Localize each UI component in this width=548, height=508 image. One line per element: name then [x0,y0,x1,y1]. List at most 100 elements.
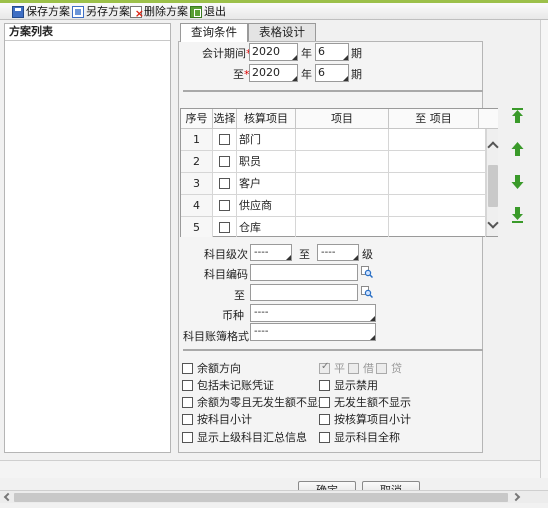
period-to-label: 至* [233,66,250,82]
from-year-input[interactable]: 2020 [249,43,298,61]
horizontal-scroll-thumb[interactable] [14,493,508,502]
exit-button[interactable]: 退出 [190,3,226,20]
save-as-scheme-button[interactable]: 另存方案 [72,3,130,20]
hide-zero-no-activity-option[interactable]: 余额为零且无发生额不显示 [182,394,329,410]
checkbox[interactable] [182,396,193,408]
row-checkbox[interactable] [219,178,230,189]
row-item-name: 仓库 [237,217,296,237]
row-select-cell [213,151,237,173]
checkbox[interactable] [319,413,330,425]
ledger-format-select[interactable]: ---- [250,323,376,341]
checkbox[interactable] [182,431,193,443]
col-header-no: 序号 [181,109,213,129]
balance-direction-option[interactable]: 余额方向 [182,360,241,376]
option-label: 平 [334,362,345,375]
col-header-item: 项目 [296,109,389,129]
option-label: 包括未记账凭证 [197,379,274,392]
row-number: 3 [181,173,213,195]
arrow-up-icon [511,142,524,156]
period-label: 会计期间* [202,45,252,61]
row-item-from[interactable] [296,217,389,237]
to-month-input[interactable]: 6 [315,64,349,82]
account-code-label: 科目编码 [204,268,248,281]
checkbox[interactable] [319,431,330,443]
row-select-cell [213,217,237,237]
search-icon[interactable] [361,266,373,278]
row-checkbox[interactable] [219,222,230,233]
row-select-cell [213,173,237,195]
move-to-top-icon [512,108,523,123]
row-item-to[interactable] [389,151,486,173]
window-right-rail [540,20,548,478]
move-up-button[interactable] [511,141,524,157]
scheme-list-panel[interactable]: 方案列表 [4,23,171,453]
currency-select[interactable]: ---- [250,304,376,322]
save-scheme-button[interactable]: 保存方案 [12,3,70,20]
row-select-cell [213,129,237,151]
option-label: 显示科目全称 [334,431,400,444]
show-parent-summary-option[interactable]: 显示上级科目汇总信息 [182,429,307,445]
grid-vertical-scrollbar[interactable] [486,129,499,236]
checkbox[interactable] [319,361,330,374]
save-as-scheme-label: 另存方案 [86,5,130,18]
checkbox[interactable] [319,379,330,391]
checkbox[interactable] [319,396,330,408]
search-icon[interactable] [361,286,373,298]
separator [183,90,483,92]
subtotal-by-item-option[interactable]: 按核算项目小计 [319,411,411,427]
option-label: 按科目小计 [197,413,252,426]
account-code-to-input[interactable] [250,284,358,301]
checkbox[interactable] [348,362,359,374]
checkbox[interactable] [182,362,193,374]
row-select-cell [213,195,237,217]
row-checkbox[interactable] [219,134,230,145]
account-code-input[interactable] [250,264,358,281]
row-item-from[interactable] [296,151,389,173]
row-item-from[interactable] [296,129,389,151]
move-to-bottom-button[interactable] [511,207,524,223]
account-level-from-select[interactable]: ---- [250,244,292,261]
account-level-to-select[interactable]: ---- [317,244,359,261]
row-item-to[interactable] [389,195,486,217]
row-item-to[interactable] [389,173,486,195]
hide-no-activity-option[interactable]: 无发生额不显示 [319,394,411,410]
scroll-down-icon[interactable] [487,217,499,229]
to-year-input[interactable]: 2020 [249,64,298,82]
grid-scroll-thumb[interactable] [488,165,498,207]
show-full-name-option[interactable]: 显示科目全称 [319,429,400,445]
show-disabled-option[interactable]: 显示禁用 [319,377,378,393]
direction-debit-option[interactable]: 借 [348,360,374,376]
delete-scheme-button[interactable]: 删除方案 [130,3,188,22]
horizontal-scrollbar[interactable] [0,490,548,503]
direction-flat-option[interactable]: 平 [319,360,345,376]
move-to-top-button[interactable] [511,108,524,124]
account-code-to-label: 至 [234,289,245,302]
row-item-from[interactable] [296,195,389,217]
ledger-format-label: 科目账簿格式 [183,330,249,343]
option-label: 余额方向 [197,362,241,375]
account-level-to-label: 至 [299,248,310,261]
move-down-button[interactable] [511,174,524,190]
subtotal-by-account-option[interactable]: 按科目小计 [182,411,252,427]
option-label: 按核算项目小计 [334,413,411,426]
row-item-from[interactable] [296,173,389,195]
option-label: 借 [363,362,374,375]
tab-table-design[interactable]: 表格设计 [248,23,316,41]
scroll-left-icon[interactable] [3,492,13,502]
tab-query-conditions[interactable]: 查询条件 [180,23,248,42]
row-checkbox[interactable] [219,200,230,211]
scroll-right-icon[interactable] [511,492,521,502]
checkbox[interactable] [376,362,387,374]
row-item-to[interactable] [389,129,486,151]
checkbox[interactable] [182,379,193,391]
row-item-to[interactable] [389,217,486,237]
month-unit: 期 [351,47,362,60]
checkbox[interactable] [182,413,193,425]
row-checkbox[interactable] [219,156,230,167]
include-unposted-option[interactable]: 包括未记账凭证 [182,377,274,393]
year-unit: 年 [301,68,312,81]
save-as-icon [72,5,84,18]
from-month-input[interactable]: 6 [315,43,349,61]
scroll-up-icon[interactable] [487,141,499,153]
direction-credit-option[interactable]: 贷 [376,360,402,376]
